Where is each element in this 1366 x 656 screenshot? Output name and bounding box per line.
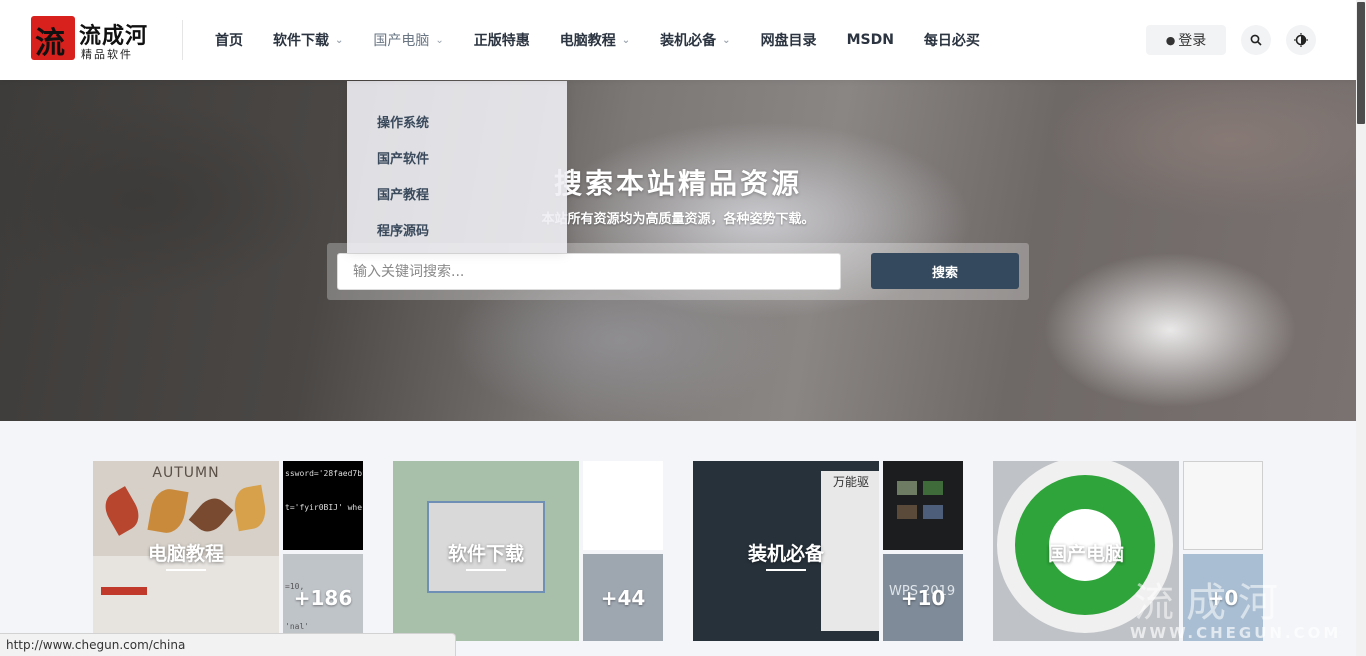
card-underline [766, 569, 806, 571]
category-card-pc-tutorials[interactable]: AUTUMN ssword='28faed7bf0c9' t='fyir0BIJ… [93, 461, 363, 641]
link-status-bar: http://www.chegun.com/china [0, 633, 456, 656]
card-underline [166, 569, 206, 571]
logo-divider [182, 20, 183, 60]
nav-item-msdn[interactable]: MSDN [832, 0, 909, 80]
hero-title: 搜索本站精品资源 [553, 167, 802, 200]
chevron-down-icon: ⌄ [621, 34, 631, 46]
search-toggle-button[interactable] [1241, 25, 1271, 55]
thumbnail-button-graphic [101, 587, 147, 595]
user-icon: ● [1165, 33, 1176, 47]
search-submit-button[interactable]: 搜索 [871, 253, 1019, 289]
search-input[interactable] [337, 253, 841, 290]
nav-item-software-download[interactable]: 软件下载 ⌄ [258, 0, 358, 80]
logo-mark: 流 [31, 16, 75, 61]
dropdown-item-domestic-tutorials[interactable]: 国产教程 [377, 184, 429, 203]
site-logo[interactable]: 流 流成河 精品软件 [31, 16, 151, 62]
theme-toggle-button[interactable] [1286, 25, 1316, 55]
scrollbar-thumb[interactable] [1357, 2, 1365, 124]
leaf-graphic [188, 492, 234, 538]
card-top-thumbnail [1183, 461, 1263, 550]
card-count: +186 [293, 585, 353, 610]
dropdown-item-source-code[interactable]: 程序源码 [377, 220, 429, 239]
nav-item-netdisk-catalog[interactable]: 网盘目录 [746, 0, 832, 80]
site-watermark: 流成河 WWW.CHEGUN.COM [1130, 580, 1342, 642]
chevron-down-icon: ⌄ [335, 34, 344, 46]
nav-item-genuine-deals[interactable]: 正版特惠 [459, 0, 545, 80]
thumbnail-text: AUTUMN [152, 465, 220, 481]
nav-dropdown-domestic-pc: 操作系统 国产软件 国产教程 程序源码 [347, 81, 567, 253]
card-label: 装机必备 [747, 543, 824, 565]
card-label: 电脑教程 [147, 543, 224, 565]
chevron-down-icon: ⌄ [435, 34, 444, 46]
card-label: 国产电脑 [1047, 543, 1124, 565]
nav-item-essentials[interactable]: 装机必备 ⌄ [645, 0, 745, 80]
login-button[interactable]: ● 登录 [1146, 25, 1226, 55]
category-card-software-download[interactable]: 软件下载 +44 [393, 461, 663, 641]
card-label: 软件下载 [447, 543, 524, 565]
category-card-essentials[interactable]: 万能驱 WPS 2019 装机必备 +10 [693, 461, 963, 641]
dropdown-item-os[interactable]: 操作系统 [377, 112, 429, 131]
card-count: +10 [900, 585, 946, 610]
leaf-graphic [147, 486, 189, 536]
card-underline [1066, 569, 1106, 571]
dropdown-item-domestic-software[interactable]: 国产软件 [377, 148, 429, 167]
hero-banner: 搜索本站精品资源 本站所有资源均为高质量资源，各种姿势下载。 搜索 [0, 80, 1356, 421]
page: 流 流成河 精品软件 首页 软件下载 ⌄ 国产电脑 ⌄ 正版特惠 电脑教程 ⌄ 装机必… [0, 0, 1366, 656]
leaf-graphic [231, 484, 269, 532]
nav-item-home[interactable]: 首页 [200, 0, 258, 80]
card-top-thumbnail: ssword='28faed7bf0c9' t='fyir0BIJ' where… [283, 461, 363, 550]
leaf-graphic [99, 486, 145, 536]
card-underline [466, 569, 506, 571]
card-count: +44 [600, 585, 646, 610]
search-icon [1250, 34, 1262, 46]
site-header: 流 流成河 精品软件 首页 软件下载 ⌄ 国产电脑 ⌄ 正版特惠 电脑教程 ⌄ 装机必… [0, 0, 1356, 80]
nav-item-daily-buy[interactable]: 每日必买 [909, 0, 995, 80]
page-scrollbar[interactable] [1356, 0, 1366, 656]
nav-item-pc-tutorials[interactable]: 电脑教程 ⌄ [545, 0, 645, 80]
main-nav: 首页 软件下载 ⌄ 国产电脑 ⌄ 正版特惠 电脑教程 ⌄ 装机必备 ⌄ 网盘目录 MSD… [200, 0, 995, 80]
hero-subtitle: 本站所有资源均为高质量资源，各种姿势下载。 [541, 212, 815, 227]
card-top-thumbnail [583, 461, 663, 550]
logo-subtitle: 精品软件 [81, 48, 133, 61]
nav-item-domestic-pc[interactable]: 国产电脑 ⌄ [358, 0, 458, 80]
card-top-thumbnail [883, 461, 963, 550]
chevron-down-icon: ⌄ [722, 34, 731, 46]
thumbnail-text: 万能驱 [833, 475, 870, 489]
theme-toggle-icon [1294, 33, 1308, 47]
